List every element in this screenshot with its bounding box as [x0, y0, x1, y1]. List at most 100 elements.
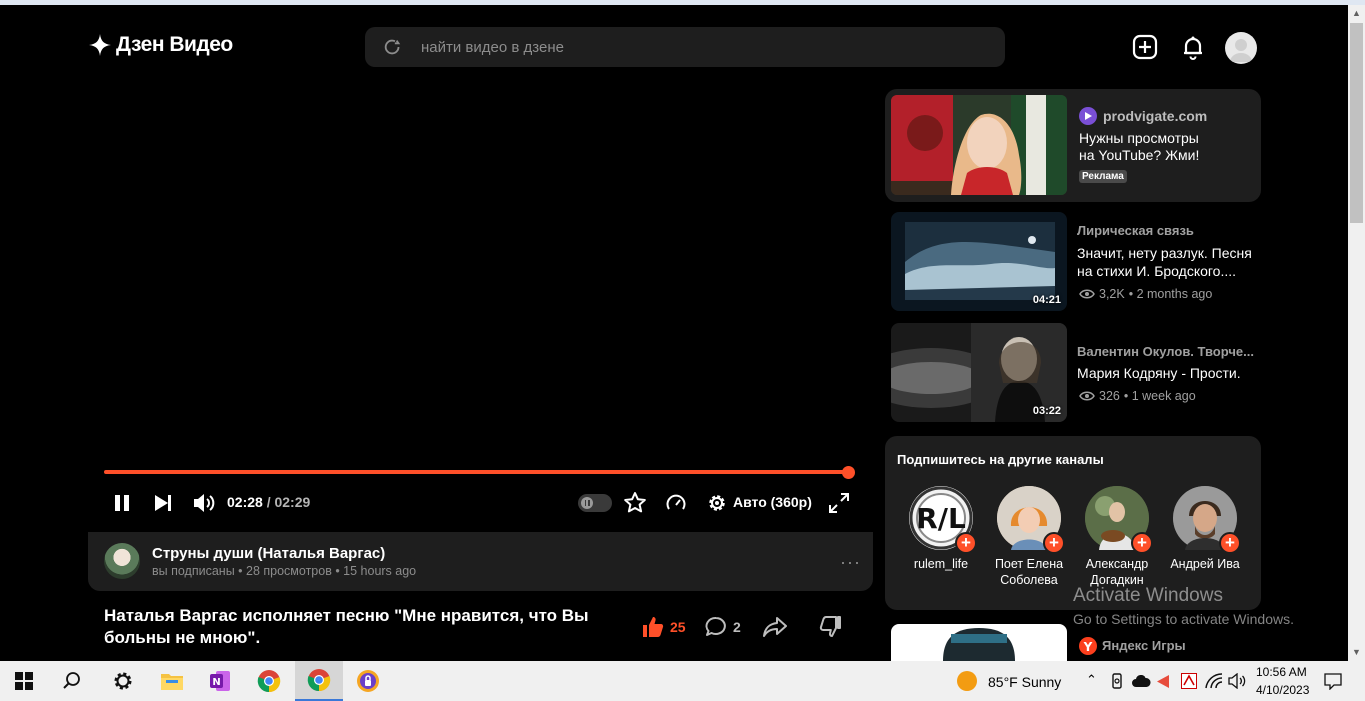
- logo[interactable]: Дзен Видео: [88, 33, 233, 57]
- next-icon: [155, 495, 171, 511]
- progress-bar[interactable]: [104, 470, 848, 474]
- channel-avatar-1[interactable]: R/L +: [909, 486, 977, 554]
- quality-label[interactable]: Авто (360p): [733, 494, 812, 510]
- notification-icon[interactable]: [1324, 673, 1342, 690]
- add-video-icon[interactable]: [1131, 33, 1159, 61]
- ad-thumbnail[interactable]: [891, 95, 1067, 195]
- subscribe-plus-icon[interactable]: +: [1131, 532, 1153, 554]
- taskbar-file-explorer[interactable]: [152, 661, 192, 701]
- rec-channel-1[interactable]: Лирическая связь: [1077, 223, 1194, 238]
- shield-lock-icon: [357, 670, 379, 692]
- speed-button[interactable]: [662, 489, 690, 517]
- scrollbar-thumb[interactable]: [1350, 23, 1363, 223]
- pause-button[interactable]: [108, 489, 136, 517]
- subscribe-title: Подпишитесь на другие каналы: [897, 452, 1104, 467]
- rec-title-1-line2[interactable]: на стихи И. Бродского....: [1077, 262, 1257, 281]
- thumbs-up-icon: [643, 617, 664, 637]
- taskbar-vpn-app[interactable]: [348, 661, 388, 701]
- rec-age-1: • 2 months ago: [1128, 287, 1213, 301]
- channel-avatar-4[interactable]: +: [1173, 486, 1241, 554]
- fullscreen-button[interactable]: [825, 489, 853, 517]
- search-bar[interactable]: найти видео в дзене: [365, 27, 1005, 67]
- suggested-channel-4[interactable]: + Андрей Ива: [1160, 486, 1250, 572]
- page-scrollbar[interactable]: ▲ ▼: [1348, 5, 1365, 661]
- suggested-channel-1[interactable]: R/L + rulem_life: [896, 486, 986, 572]
- wifi-icon[interactable]: [1205, 673, 1223, 689]
- rec-title-2-line1[interactable]: Мария Кодряну - Прости.: [1077, 364, 1257, 383]
- favorite-button[interactable]: [621, 489, 649, 517]
- bell-icon[interactable]: [1179, 33, 1207, 61]
- next-channel[interactable]: Яндекс Игры: [1102, 638, 1186, 653]
- taskbar-onenote[interactable]: N: [200, 661, 240, 701]
- chevron-up-icon[interactable]: ⌃: [1086, 672, 1097, 688]
- taskbar-chrome-1[interactable]: [249, 661, 289, 701]
- scroll-up-arrow-icon[interactable]: ▲: [1348, 5, 1365, 22]
- like-button[interactable]: 25: [641, 615, 686, 639]
- time-separator: /: [266, 494, 271, 510]
- folder-icon: [161, 674, 183, 690]
- taskbar-settings[interactable]: [103, 661, 143, 701]
- cloud-icon[interactable]: [1131, 675, 1151, 688]
- pause-icon: [115, 495, 129, 511]
- channel-avatar[interactable]: [104, 543, 140, 579]
- settings-button[interactable]: [703, 489, 731, 517]
- channel-bar: Струны души (Наталья Варгас) вы подписан…: [88, 532, 873, 591]
- taskbar-search-button[interactable]: [52, 661, 92, 701]
- device-icon[interactable]: [1110, 673, 1124, 689]
- scroll-down-arrow-icon[interactable]: ▼: [1348, 644, 1365, 661]
- speedometer-icon: [666, 494, 686, 510]
- channel-name-1: rulem_life: [913, 557, 969, 571]
- suggested-channel-2[interactable]: + Поет Елена Соболева: [984, 486, 1074, 588]
- subscribe-plus-icon[interactable]: +: [1219, 532, 1241, 554]
- autoplay-toggle[interactable]: [578, 494, 612, 512]
- ad-title-line1: Нужны просмотры: [1079, 130, 1199, 146]
- onenote-icon: N: [210, 671, 230, 691]
- next-thumbnail[interactable]: [891, 624, 1067, 661]
- user-avatar[interactable]: [1225, 32, 1257, 64]
- activate-watermark-title: Activate Windows: [1073, 585, 1223, 606]
- next-button[interactable]: [149, 489, 177, 517]
- rec-thumbnail-2[interactable]: 03:22: [891, 323, 1067, 422]
- clock-time[interactable]: 10:56 AM: [1256, 665, 1307, 679]
- duration: 02:29: [274, 494, 311, 510]
- svg-text:R/L: R/L: [916, 502, 966, 535]
- subscribe-plus-icon[interactable]: +: [955, 532, 977, 554]
- svg-text:Y: Y: [1083, 640, 1093, 654]
- share-button[interactable]: [762, 615, 788, 639]
- channel-avatar-3[interactable]: +: [1085, 486, 1153, 554]
- comment-count: 2: [733, 619, 741, 635]
- ad-card[interactable]: prodvigate.com Нужны просмотры на YouTub…: [885, 89, 1261, 202]
- acrobat-icon[interactable]: [1181, 673, 1197, 689]
- red-arrow-app-icon[interactable]: [1157, 675, 1169, 688]
- dislike-button[interactable]: [818, 615, 842, 639]
- windows-taskbar: N 85°F Sunny ⌃ 10:56 AM 4/10/2023: [0, 661, 1365, 701]
- start-button[interactable]: [4, 661, 44, 701]
- rec-title-1-line1[interactable]: Значит, нету разлук. Песня: [1077, 244, 1257, 263]
- ad-title-line2: на YouTube? Жми!: [1079, 147, 1200, 163]
- suggested-channel-3[interactable]: + Александр Догадкин: [1072, 486, 1162, 588]
- taskbar-chrome-2-active[interactable]: [295, 661, 343, 701]
- more-options-icon[interactable]: ···: [840, 552, 861, 573]
- channel-name-2: Поет Елена Соболева: [994, 557, 1064, 587]
- sparkle-icon: [89, 34, 111, 56]
- search-icon: [384, 39, 401, 55]
- search-input[interactable]: найти видео в дзене: [421, 39, 564, 56]
- comments-button[interactable]: 2: [704, 615, 741, 639]
- volume-button[interactable]: [190, 489, 218, 517]
- sun-weather-icon[interactable]: [957, 671, 977, 691]
- channel-avatar-2[interactable]: +: [997, 486, 1065, 554]
- rec-thumbnail-1[interactable]: 04:21: [891, 212, 1067, 311]
- channel-name[interactable]: Струны души (Наталья Варгас): [152, 545, 385, 562]
- fullscreen-icon: [829, 493, 849, 513]
- ad-badge: Реклама: [1079, 170, 1127, 183]
- gear-icon: [709, 495, 725, 511]
- speaker-icon[interactable]: [1228, 673, 1246, 689]
- progress-knob[interactable]: [842, 466, 855, 479]
- svg-text:N: N: [212, 677, 220, 688]
- rec-channel-2[interactable]: Валентин Окулов. Творче...: [1077, 344, 1254, 359]
- clock-date[interactable]: 4/10/2023: [1256, 683, 1309, 697]
- weather-text[interactable]: 85°F Sunny: [988, 674, 1061, 690]
- video-player[interactable]: 02:28 / 02:29 Авто (360p): [88, 89, 873, 532]
- eye-icon: [1079, 289, 1095, 299]
- subscribe-plus-icon[interactable]: +: [1043, 532, 1065, 554]
